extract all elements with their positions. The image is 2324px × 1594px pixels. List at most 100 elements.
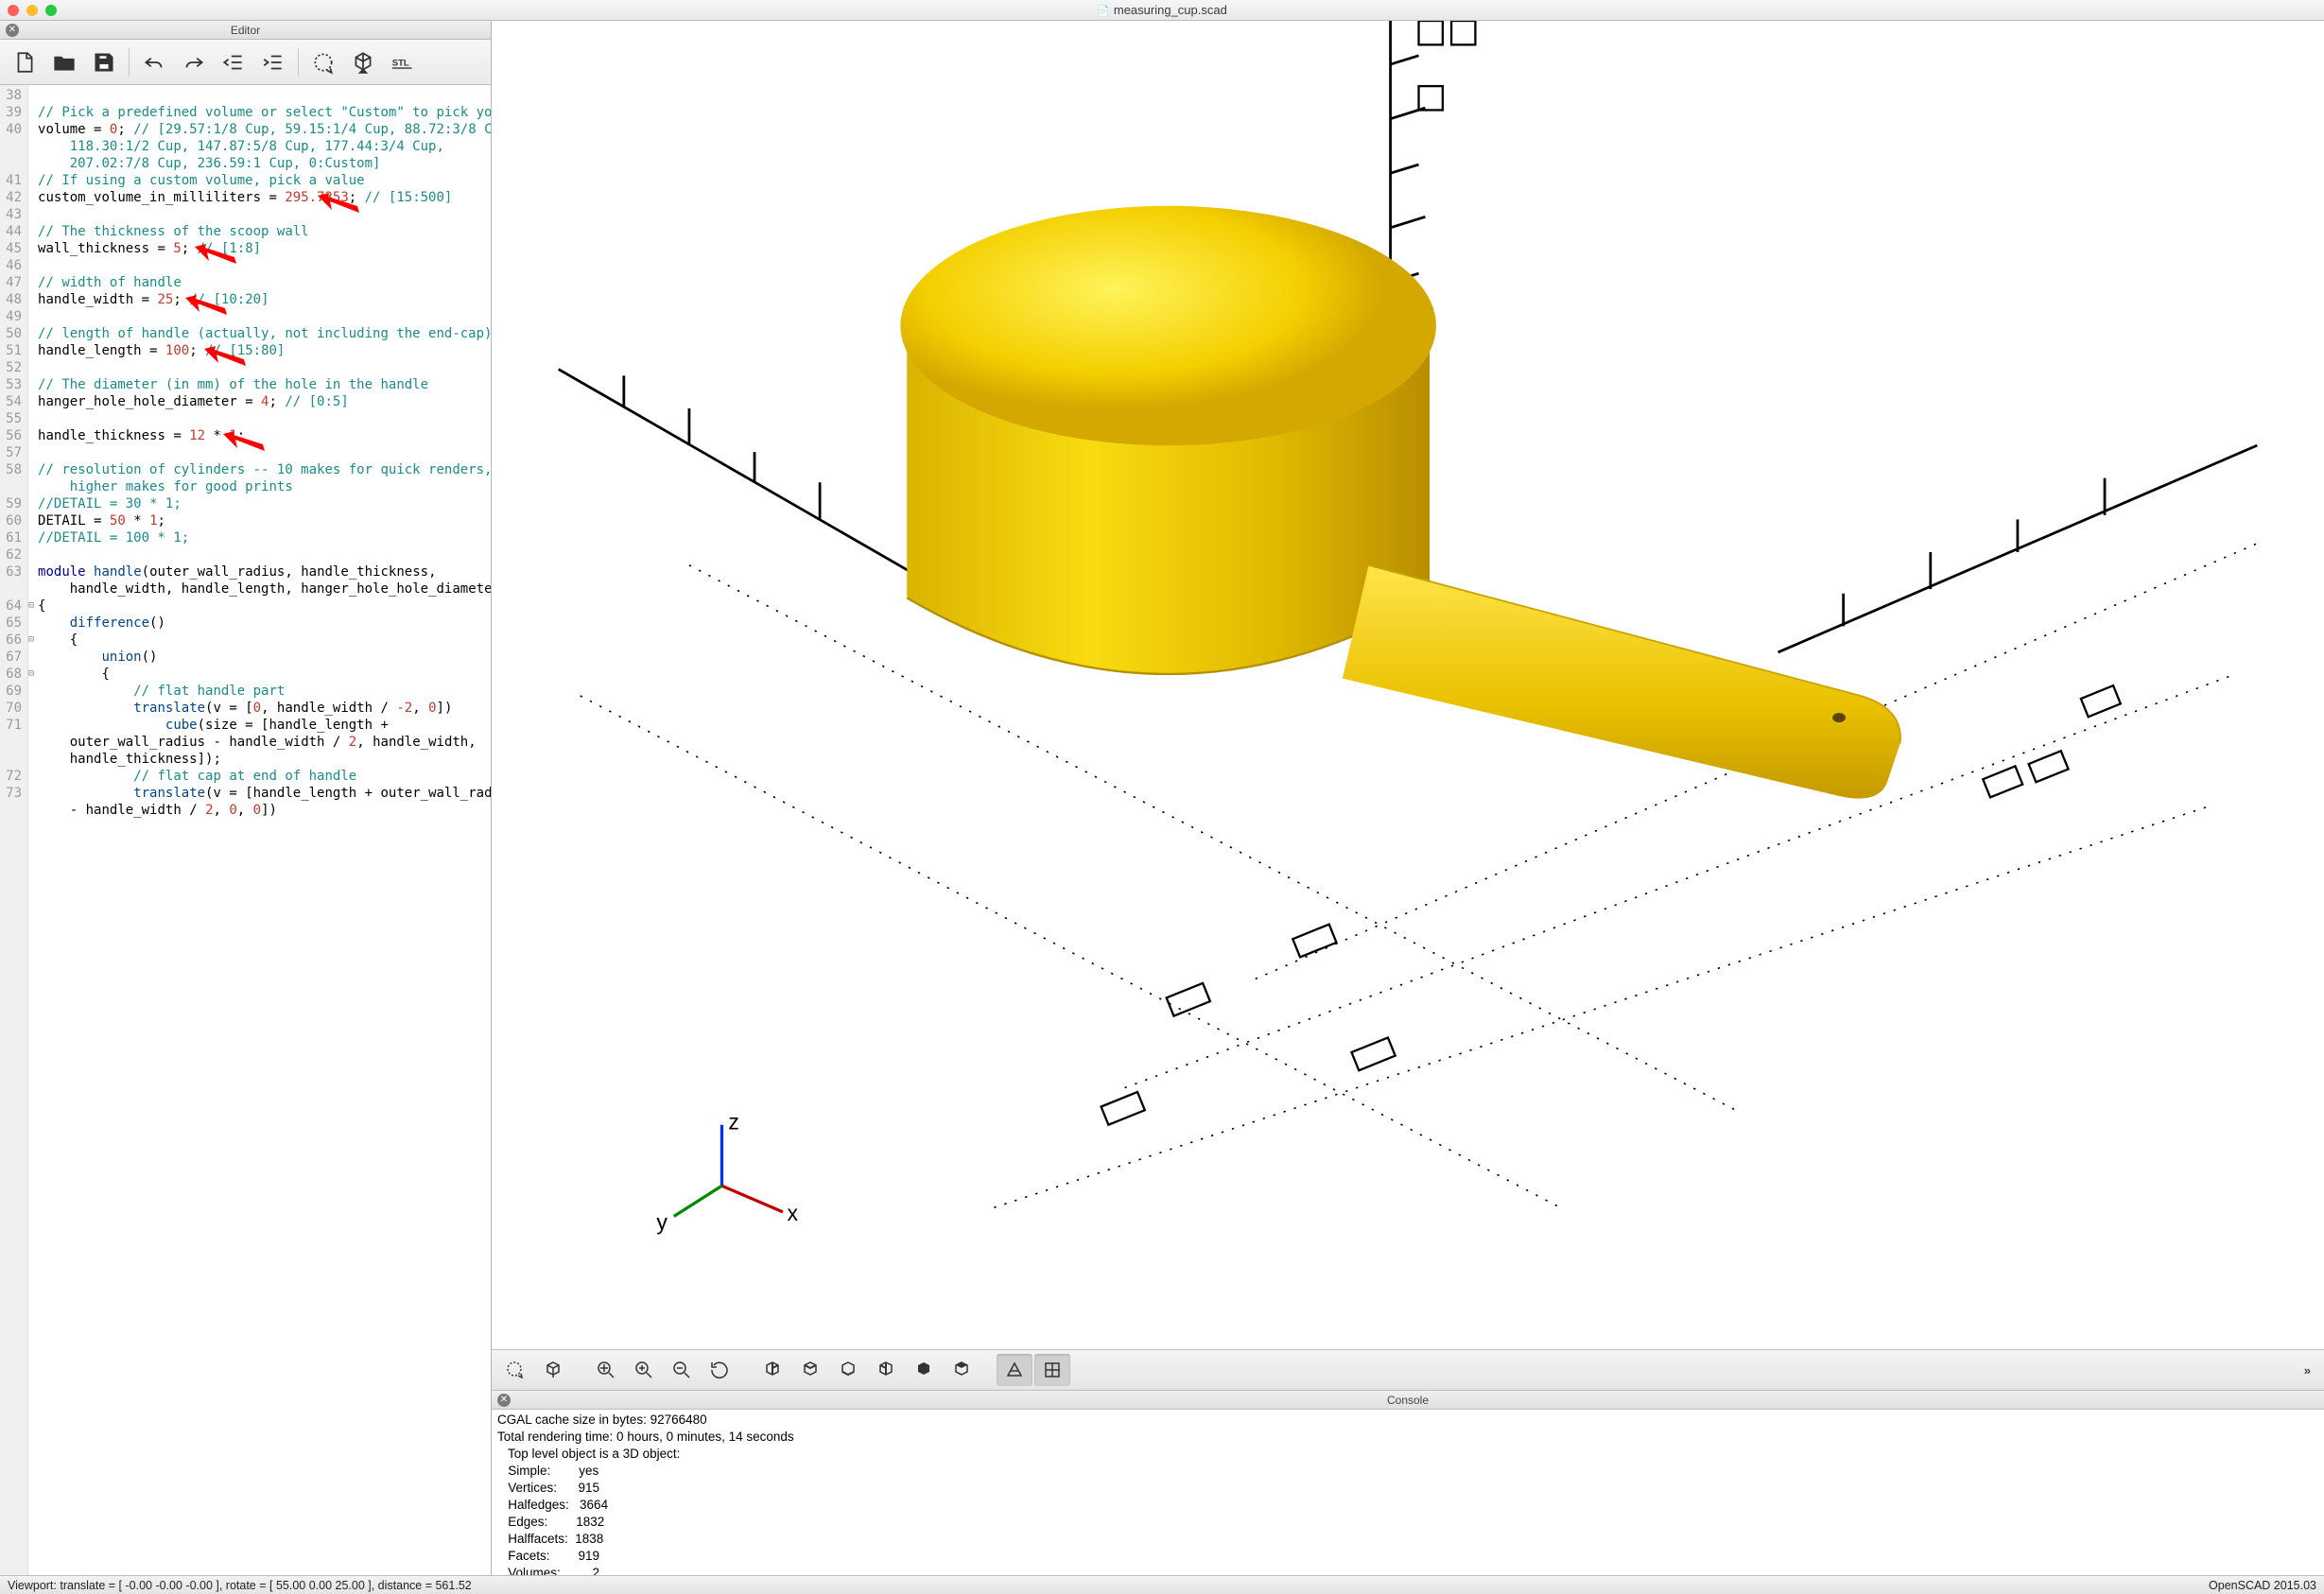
close-console-icon[interactable]: ✕: [497, 1394, 511, 1407]
view-bottom-button[interactable]: [830, 1354, 866, 1386]
code-line[interactable]: handle_width = 25; // [10:20]: [38, 291, 491, 308]
code-line[interactable]: // flat handle part: [38, 683, 491, 700]
open-file-button[interactable]: [45, 45, 83, 79]
code-line[interactable]: handle_thickness]);: [38, 751, 491, 768]
code-line[interactable]: handle_thickness = 12 * 1;: [38, 427, 491, 444]
code-line[interactable]: DETAIL = 50 * 1;: [38, 512, 491, 529]
code-line[interactable]: [38, 257, 491, 274]
code-line[interactable]: union(): [38, 649, 491, 666]
view-top-button[interactable]: [792, 1354, 828, 1386]
viewport-status: Viewport: translate = [ -0.00 -0.00 -0.0…: [8, 1579, 472, 1592]
code-line[interactable]: //DETAIL = 100 * 1;: [38, 529, 491, 546]
code-line[interactable]: outer_wall_radius - handle_width / 2, ha…: [38, 734, 491, 751]
console-line: Edges: 1832: [497, 1514, 2318, 1531]
toolbar-overflow-icon[interactable]: »: [2297, 1363, 2318, 1377]
code-line[interactable]: [38, 308, 491, 325]
close-editor-icon[interactable]: ✕: [6, 24, 19, 37]
redo-button[interactable]: [175, 45, 213, 79]
perspective-button[interactable]: [997, 1354, 1032, 1386]
view-left-button[interactable]: [868, 1354, 904, 1386]
code-content[interactable]: // Pick a predefined volume or select "C…: [34, 85, 491, 1575]
zoom-out-button[interactable]: [664, 1354, 700, 1386]
zoom-in-button[interactable]: [626, 1354, 662, 1386]
code-line[interactable]: // The thickness of the scoop wall: [38, 223, 491, 240]
console-line: Volumes: 2: [497, 1565, 2318, 1575]
svg-text:z: z: [728, 1109, 739, 1134]
code-line[interactable]: //DETAIL = 30 * 1;: [38, 495, 491, 512]
undo-button[interactable]: [135, 45, 173, 79]
code-line[interactable]: custom_volume_in_milliliters = 295.7353;…: [38, 189, 491, 206]
code-line[interactable]: [38, 546, 491, 563]
console-line: Total rendering time: 0 hours, 0 minutes…: [497, 1429, 2318, 1446]
unindent-button[interactable]: [215, 45, 252, 79]
console-line: Facets: 919: [497, 1548, 2318, 1565]
code-line[interactable]: [38, 359, 491, 376]
editor-toolbar: STL: [0, 40, 491, 85]
minimize-window-icon[interactable]: [26, 5, 38, 16]
document-icon: 📄: [1097, 6, 1110, 17]
code-line[interactable]: handle_length = 100; // [15:80]: [38, 342, 491, 359]
code-line[interactable]: [38, 410, 491, 427]
editor-panel-header: ✕ Editor: [0, 21, 491, 40]
console-panel: ✕ Console CGAL cache size in bytes: 9276…: [492, 1391, 2324, 1575]
preview-button[interactable]: [304, 45, 342, 79]
code-line[interactable]: // The diameter (in mm) of the hole in t…: [38, 376, 491, 393]
code-line[interactable]: {: [38, 598, 491, 615]
indent-button[interactable]: [254, 45, 292, 79]
new-file-button[interactable]: [6, 45, 43, 79]
code-line[interactable]: [38, 444, 491, 461]
preview-view-button[interactable]: [497, 1354, 533, 1386]
line-number-gutter: 3839404142434445464748495051525354555657…: [0, 85, 28, 1575]
code-line[interactable]: // length of handle (actually, not inclu…: [38, 325, 491, 342]
code-line[interactable]: hanger_hole_hole_diameter = 4; // [0:5]: [38, 393, 491, 410]
view-right-button[interactable]: [754, 1354, 790, 1386]
right-panel: z x y »: [492, 21, 2324, 1575]
code-line[interactable]: // Pick a predefined volume or select "C…: [38, 104, 491, 121]
window-title: 📄measuring_cup.scad: [1097, 3, 1227, 17]
code-line[interactable]: cube(size = [handle_length + ↵: [38, 717, 491, 734]
code-line[interactable]: [38, 206, 491, 223]
view-diagonal-button[interactable]: [906, 1354, 942, 1386]
viewport-toolbar: »: [492, 1349, 2324, 1391]
console-panel-header: ✕ Console: [492, 1391, 2324, 1410]
code-line[interactable]: // resolution of cylinders -- 10 makes f…: [38, 461, 491, 478]
code-line[interactable]: // width of handle: [38, 274, 491, 291]
code-line[interactable]: {: [38, 666, 491, 683]
code-line[interactable]: handle_width, handle_length, hanger_hole…: [38, 580, 491, 598]
code-line[interactable]: - handle_width / 2, 0, 0]): [38, 802, 491, 819]
render-button[interactable]: [344, 45, 382, 79]
code-line[interactable]: 207.02:7/8 Cup, 236.59:1 Cup, 0:Custom]: [38, 155, 491, 172]
code-line[interactable]: // If using a custom volume, pick a valu…: [38, 172, 491, 189]
code-line[interactable]: [38, 87, 491, 104]
code-line[interactable]: {: [38, 632, 491, 649]
code-line[interactable]: volume = 0; // [29.57:1/8 Cup, 59.15:1/4…: [38, 121, 491, 138]
console-output[interactable]: CGAL cache size in bytes: 92766480Total …: [492, 1410, 2324, 1575]
close-window-icon[interactable]: [8, 5, 19, 16]
zoom-fit-button[interactable]: [588, 1354, 624, 1386]
code-line[interactable]: module handle(outer_wall_radius, handle_…: [38, 563, 491, 580]
save-file-button[interactable]: [85, 45, 123, 79]
3d-viewport[interactable]: z x y: [492, 21, 2324, 1349]
orthogonal-button[interactable]: [1034, 1354, 1070, 1386]
traffic-lights: [8, 5, 57, 16]
export-stl-button[interactable]: STL: [384, 45, 422, 79]
view-back-button[interactable]: [944, 1354, 980, 1386]
code-editor[interactable]: 3839404142434445464748495051525354555657…: [0, 85, 491, 1575]
console-line: Top level object is a 3D object:: [497, 1446, 2318, 1463]
code-line[interactable]: translate(v = [0, handle_width / -2, 0]): [38, 700, 491, 717]
window-titlebar: 📄measuring_cup.scad: [0, 0, 2324, 21]
code-line[interactable]: higher makes for good prints: [38, 478, 491, 495]
app-version: OpenSCAD 2015.03: [2209, 1579, 2316, 1592]
render-view-button[interactable]: [535, 1354, 571, 1386]
svg-text:STL: STL: [392, 58, 409, 68]
code-line[interactable]: translate(v = [handle_length + outer_wal…: [38, 785, 491, 802]
console-line: Halffacets: 1838: [497, 1531, 2318, 1548]
console-line: Halfedges: 3664: [497, 1497, 2318, 1514]
editor-panel-title: Editor: [231, 24, 260, 37]
code-line[interactable]: // flat cap at end of handle: [38, 768, 491, 785]
code-line[interactable]: 118.30:1/2 Cup, 147.87:5/8 Cup, 177.44:3…: [38, 138, 491, 155]
code-line[interactable]: wall_thickness = 5; // [1:8]: [38, 240, 491, 257]
code-line[interactable]: difference(): [38, 615, 491, 632]
zoom-window-icon[interactable]: [45, 5, 57, 16]
reset-view-button[interactable]: [702, 1354, 737, 1386]
